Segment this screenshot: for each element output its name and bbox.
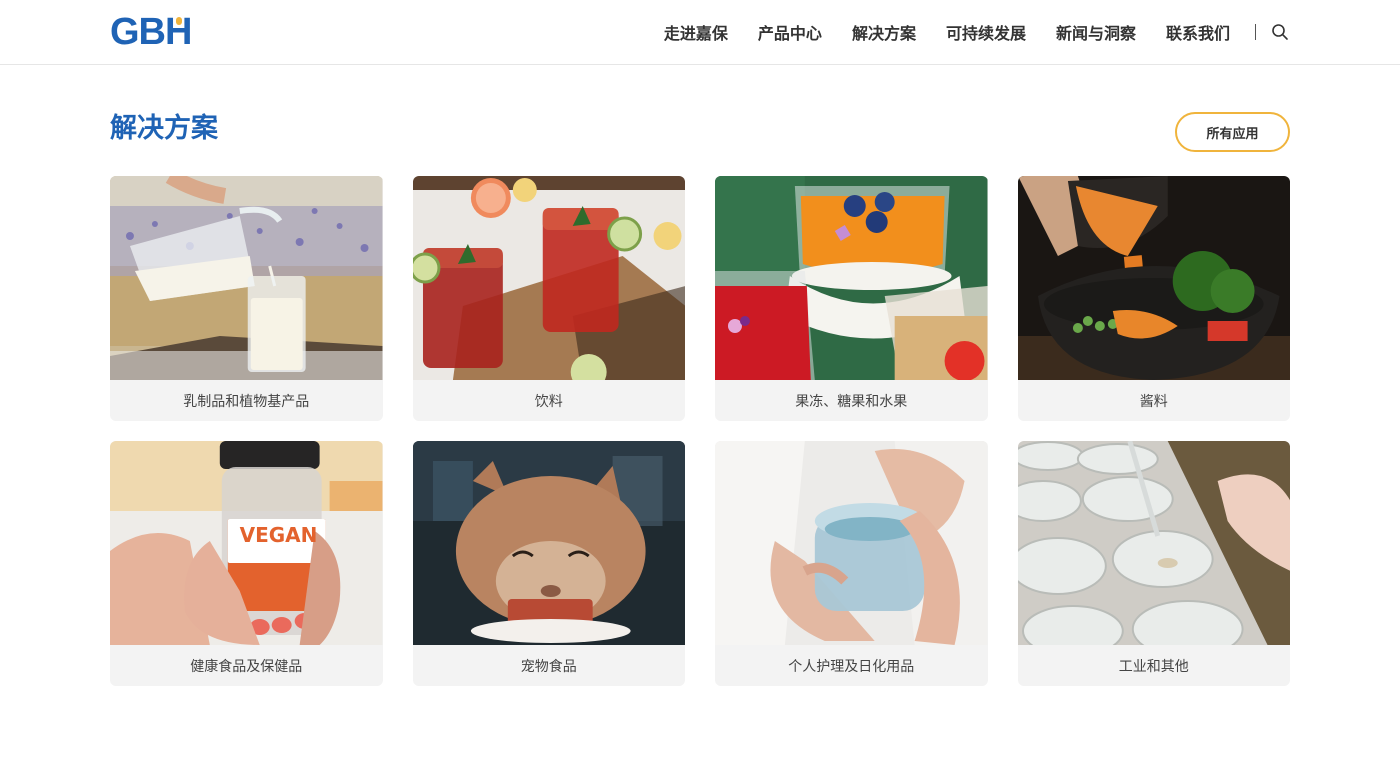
solution-card-sauces[interactable]: 酱料	[1017, 176, 1290, 421]
all-applications-button[interactable]: 所有应用	[1175, 112, 1290, 152]
logo-accent-dot	[176, 17, 182, 25]
brand-logo[interactable]: GBH	[110, 13, 192, 51]
jelly-dessert-image	[715, 176, 988, 380]
cream-jar-image	[715, 441, 988, 645]
solution-card-pet-food[interactable]: 宠物食品	[412, 441, 685, 686]
nav-item-news[interactable]: 新闻与洞察	[1056, 20, 1136, 44]
sauce-bowl-image	[1017, 176, 1290, 380]
solution-card-personal-care[interactable]: 个人护理及日化用品	[715, 441, 988, 686]
solution-card-health[interactable]: VEGAN 健康食品及保健品	[110, 441, 383, 686]
card-label: 健康食品及保健品	[190, 658, 303, 675]
search-icon[interactable]	[1271, 23, 1289, 41]
page-title: 解决方案	[110, 113, 218, 144]
nav-divider	[1255, 24, 1256, 40]
card-label: 乳制品和植物基产品	[183, 393, 310, 410]
vegan-supplement-image: VEGAN	[110, 441, 383, 645]
card-label: 酱料	[1139, 393, 1168, 410]
solution-card-dairy[interactable]: 乳制品和植物基产品	[110, 176, 383, 421]
nav-item-solutions[interactable]: 解决方案	[852, 20, 916, 44]
nav-item-products[interactable]: 产品中心	[758, 20, 822, 44]
iced-drinks-image	[412, 176, 685, 380]
card-label: 个人护理及日化用品	[788, 658, 915, 675]
card-label: 工业和其他	[1118, 658, 1189, 675]
solution-card-confectionery[interactable]: 果冻、糖果和水果	[715, 176, 988, 421]
nav-item-contact[interactable]: 联系我们	[1166, 20, 1230, 44]
main-nav: 走进嘉保 产品中心 解决方案 可持续发展 新闻与洞察 联系我们	[664, 0, 1230, 64]
solution-card-beverages[interactable]: 饮料	[412, 176, 685, 421]
card-label: 果冻、糖果和水果	[795, 393, 908, 410]
cat-eating-image	[412, 441, 685, 645]
site-header: GBH 走进嘉保 产品中心 解决方案 可持续发展 新闻与洞察 联系我们	[0, 0, 1400, 65]
card-label: 饮料	[534, 393, 563, 410]
nav-item-sustainability[interactable]: 可持续发展	[946, 20, 1026, 44]
solution-card-industrial[interactable]: 工业和其他	[1017, 441, 1290, 686]
milk-pouring-image	[110, 176, 383, 380]
vegan-label-text: VEGAN	[239, 523, 318, 547]
solutions-grid: 乳制品和植物基产品 饮料 果冻、糖果和水果 酱料 VEGAN 健康食品及保健品 …	[110, 176, 1290, 686]
card-label: 宠物食品	[520, 658, 577, 675]
nav-item-about[interactable]: 走进嘉保	[664, 20, 728, 44]
petri-dishes-image	[1017, 441, 1290, 645]
